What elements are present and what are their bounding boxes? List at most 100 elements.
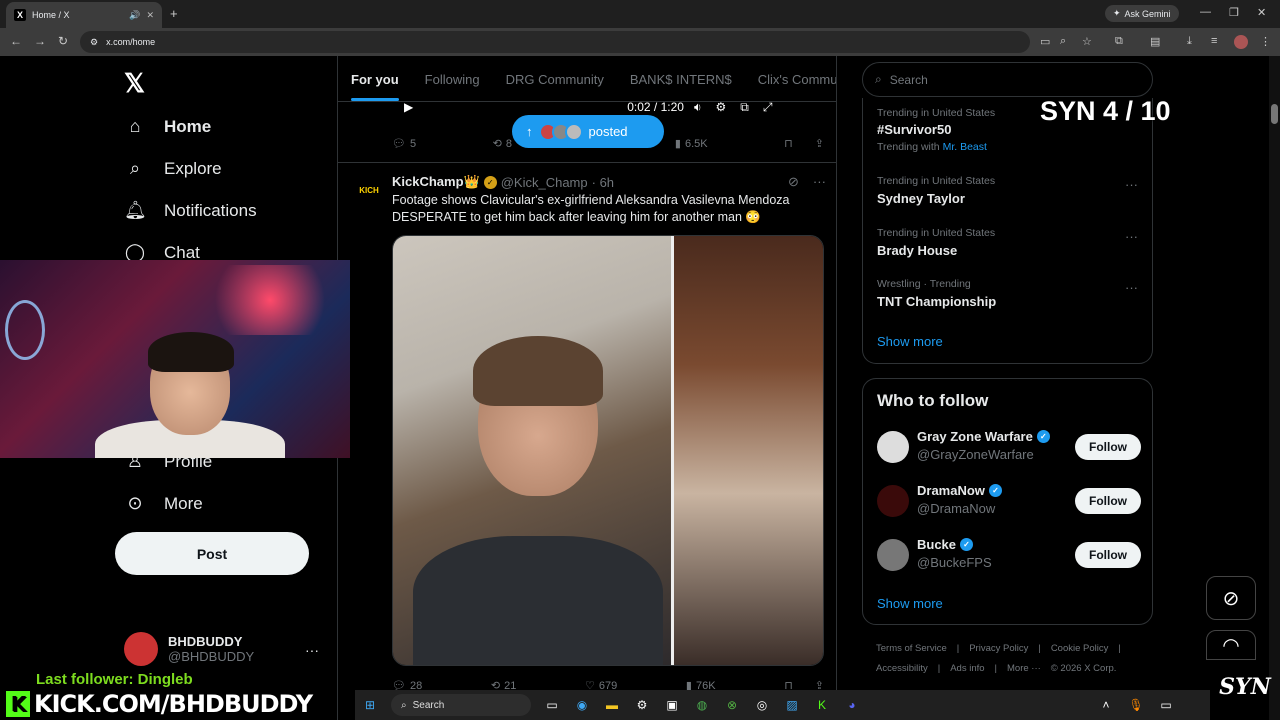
footer-privacy-link[interactable]: Privacy Policy bbox=[969, 643, 1028, 654]
extensions-icon[interactable]: ⧉ bbox=[1115, 35, 1123, 48]
bookmark-button[interactable]: ⊓ ⇪ bbox=[784, 137, 824, 150]
follow-button[interactable]: Follow bbox=[1075, 488, 1141, 514]
repost-button[interactable]: ⟲ 8 bbox=[493, 137, 512, 151]
chrome-icon[interactable]: ◍ bbox=[691, 694, 713, 716]
download-icon[interactable]: ⤓ bbox=[1187, 35, 1192, 48]
avatar[interactable]: KICH bbox=[355, 177, 383, 205]
follow-button[interactable]: Follow bbox=[1075, 434, 1141, 460]
grok-icon[interactable]: ⊘ bbox=[788, 174, 799, 190]
minimize-icon[interactable]: — bbox=[1200, 6, 1211, 18]
trend-more-icon[interactable]: ··· bbox=[1125, 229, 1138, 244]
suggestion-handle: @GrayZoneWarfare bbox=[917, 447, 1034, 462]
footer-cookie-link[interactable]: Cookie Policy bbox=[1051, 643, 1109, 654]
account-switcher[interactable]: BHDBUDDY @BHDBUDDY bbox=[124, 632, 254, 666]
audio-icon[interactable]: 🔊 bbox=[129, 10, 140, 21]
forward-icon[interactable]: → bbox=[34, 34, 46, 48]
new-tab-button[interactable]: + bbox=[170, 6, 178, 21]
media-icon[interactable]: ≡ bbox=[1211, 35, 1217, 47]
task-view-icon[interactable]: ▭ bbox=[541, 694, 563, 716]
app-icon[interactable]: ⚙ bbox=[631, 694, 653, 716]
reply-button[interactable]: 💬︎ 5 bbox=[392, 137, 416, 151]
xbox-icon[interactable]: ⊗ bbox=[721, 694, 743, 716]
footer-separator: | bbox=[937, 663, 941, 674]
site-info-icon[interactable]: ⚙ bbox=[90, 37, 98, 48]
bookmark-icon: ⊓ bbox=[784, 138, 793, 150]
restore-icon[interactable]: ❐ bbox=[1229, 6, 1239, 19]
trend-item[interactable]: Trending in United States Sydney Taylor bbox=[877, 175, 995, 206]
trend-item[interactable]: Trending in United States #Survivor50 Tr… bbox=[877, 107, 995, 153]
avatar bbox=[877, 539, 909, 571]
close-tab-icon[interactable]: ✕ bbox=[146, 10, 154, 21]
tweet-media[interactable] bbox=[392, 235, 824, 666]
kick-app-icon[interactable]: K bbox=[811, 694, 833, 716]
footer-terms-link[interactable]: Terms of Service bbox=[876, 643, 947, 654]
trend-item[interactable]: Trending in United States Brady House bbox=[877, 227, 995, 258]
windows-start-icon[interactable]: ⊞ bbox=[359, 694, 381, 716]
url-bar[interactable]: ⚙ x.com/home bbox=[80, 31, 1030, 53]
trend-item[interactable]: Wrestling · Trending TNT Championship bbox=[877, 278, 996, 309]
nav-home[interactable]: ⌂ Home bbox=[124, 116, 212, 137]
share-icon[interactable]: ⇪ bbox=[815, 137, 824, 150]
store-icon[interactable]: ▣ bbox=[661, 694, 683, 716]
follow-suggestion[interactable]: Bucke ✓ @BuckeFPS Follow bbox=[877, 537, 1141, 573]
gemini-icon: ✦ bbox=[1113, 8, 1121, 18]
tab-following[interactable]: Following bbox=[412, 56, 493, 101]
file-explorer-icon[interactable]: ▬ bbox=[601, 694, 623, 716]
nav-more[interactable]: ⊙ More bbox=[124, 493, 202, 514]
taskbar-search[interactable]: ⌕ Search bbox=[391, 694, 531, 716]
search-input[interactable]: ⌕ Search bbox=[862, 62, 1153, 97]
discord-icon[interactable]: ◕ bbox=[841, 694, 863, 716]
follow-suggestion[interactable]: Gray Zone Warfare ✓ @GrayZoneWarfare Foll… bbox=[877, 429, 1141, 465]
windows-taskbar: ⊞ ⌕ Search ▭ ◉ ▬ ⚙ ▣ ◍ ⊗ ◎ ▨ K ◕ ˄ 🎙︎ ▭ bbox=[355, 690, 1210, 720]
tab-drg-community[interactable]: DRG Community bbox=[493, 56, 617, 101]
grok-float-button[interactable]: ⊘ bbox=[1206, 576, 1256, 620]
footer-ads-link[interactable]: Ads info bbox=[950, 663, 984, 674]
new-posts-pill[interactable]: ↑ posted bbox=[512, 115, 664, 148]
trend-with-link[interactable]: Mr. Beast bbox=[943, 141, 987, 153]
back-icon[interactable]: ← bbox=[10, 34, 22, 48]
trend-more-icon[interactable]: ··· bbox=[1125, 177, 1138, 192]
account-more-icon[interactable]: ··· bbox=[305, 642, 319, 658]
sidepanel-icon[interactable]: ▤ bbox=[1150, 35, 1160, 48]
browser-profile-avatar[interactable] bbox=[1234, 35, 1248, 49]
tray-chevron-icon[interactable]: ˄ bbox=[1095, 694, 1117, 716]
trends-show-more-link[interactable]: Show more bbox=[877, 334, 943, 349]
close-window-icon[interactable]: ✕ bbox=[1257, 6, 1266, 19]
zoom-icon[interactable]: ⌕ bbox=[1060, 35, 1066, 48]
obs-icon[interactable]: ◎ bbox=[751, 694, 773, 716]
menu-dots-icon[interactable]: ⋮ bbox=[1260, 35, 1271, 48]
tab-title: Home / X bbox=[32, 10, 70, 20]
cast-icon[interactable]: ▭ bbox=[1040, 35, 1050, 48]
settings-icon[interactable]: ⚙ bbox=[716, 100, 727, 114]
reload-icon[interactable]: ↻ bbox=[58, 34, 68, 48]
ask-gemini-button[interactable]: ✦ Ask Gemini bbox=[1105, 5, 1179, 22]
app-icon[interactable]: ▨ bbox=[781, 694, 803, 716]
footer-accessibility-link[interactable]: Accessibility bbox=[876, 663, 928, 674]
bookmark-star-icon[interactable]: ☆ bbox=[1082, 35, 1092, 48]
nav-notifications[interactable]: 🔔︎ Notifications bbox=[124, 200, 257, 221]
more-dots-icon[interactable]: ··· bbox=[813, 174, 826, 190]
scrollbar[interactable] bbox=[1269, 56, 1280, 720]
trend-more-icon[interactable]: ··· bbox=[1125, 280, 1138, 295]
follow-button[interactable]: Follow bbox=[1075, 542, 1141, 568]
tab-clix-community[interactable]: Clix's Commu bbox=[745, 56, 836, 101]
follow-show-more-link[interactable]: Show more bbox=[877, 596, 943, 611]
tweet-author-name[interactable]: KickChamp👑 bbox=[392, 174, 480, 190]
play-icon[interactable]: ▶ bbox=[404, 100, 413, 114]
nav-explore[interactable]: ⌕ Explore bbox=[124, 158, 222, 179]
trend-context: Trending in United States bbox=[877, 107, 996, 119]
edge-icon[interactable]: ◉ bbox=[571, 694, 593, 716]
tweet-time[interactable]: · 6h bbox=[592, 175, 614, 190]
post-button[interactable]: Post bbox=[115, 532, 309, 575]
network-icon[interactable]: ▭ bbox=[1155, 694, 1177, 716]
mic-icon[interactable]: 🎙︎ bbox=[1125, 694, 1147, 716]
views-button[interactable]: ▮ 6.5K bbox=[675, 137, 708, 151]
browser-tab-home[interactable]: X Home / X 🔊 ✕ bbox=[6, 2, 162, 28]
x-logo-icon[interactable]: 𝕏 bbox=[124, 68, 145, 99]
footer-more-link[interactable]: More ··· bbox=[1007, 663, 1041, 674]
scroll-thumb[interactable] bbox=[1271, 104, 1278, 124]
tab-banks-interns[interactable]: BANK$ INTERN$ bbox=[617, 56, 745, 101]
tab-for-you[interactable]: For you bbox=[338, 56, 412, 101]
follow-suggestion[interactable]: DramaNow ✓ @DramaNow Follow bbox=[877, 483, 1141, 519]
tweet-author-handle[interactable]: @Kick_Champ bbox=[501, 175, 588, 190]
